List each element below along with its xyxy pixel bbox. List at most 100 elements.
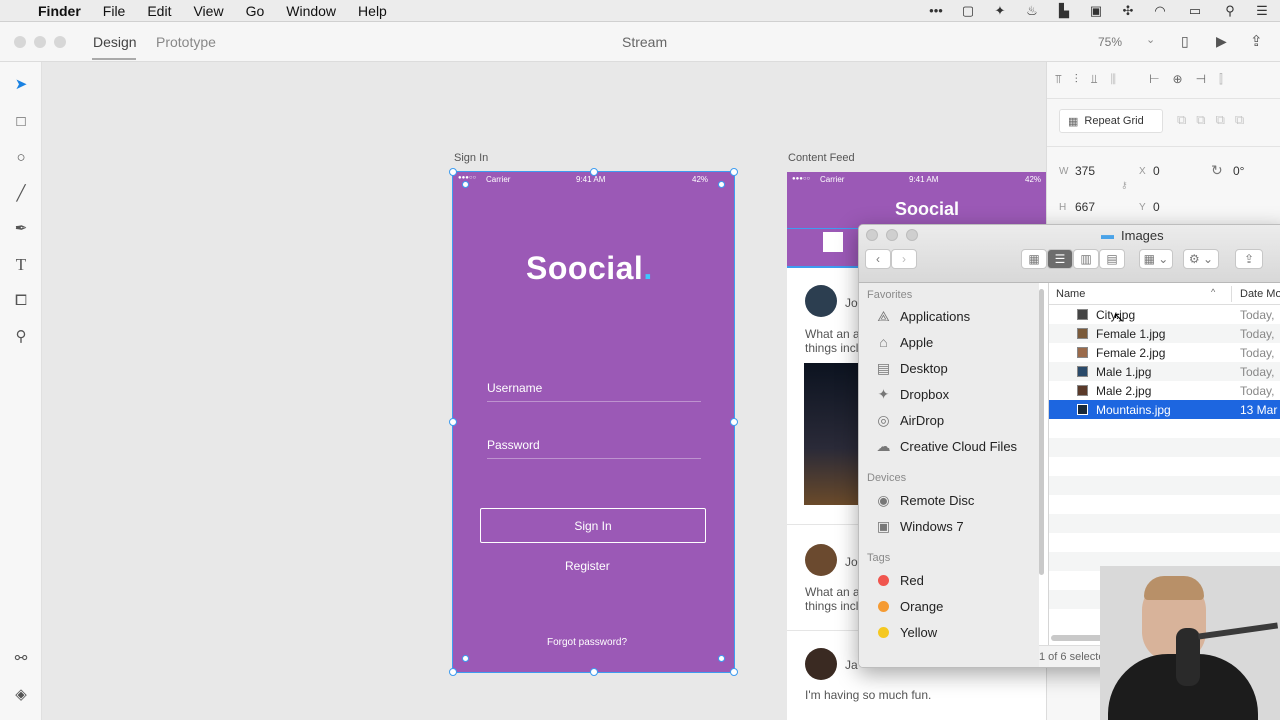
tab-design[interactable]: Design [93,34,137,50]
sidebar-item-desktop[interactable]: ▤ Desktop [875,358,948,378]
share-icon[interactable]: ⇪ [1250,32,1263,50]
line-icon[interactable]: ╱ [11,183,31,203]
distribute-horizontal-icon[interactable]: ⫿ [1219,72,1223,90]
menu-edit[interactable]: Edit [147,3,171,19]
file-row[interactable]: City.jpg Today, [1049,305,1280,324]
x-field[interactable]: 0 [1153,164,1160,178]
action-gear-button[interactable]: ⚙ ⌄ [1183,249,1219,269]
finder-zoom-button[interactable] [906,229,918,241]
flame-icon[interactable]: ♨ [1024,4,1040,18]
select-icon[interactable]: ➤ [11,74,31,94]
dropbox-icon[interactable]: ✦ [992,4,1008,18]
minimize-window-button[interactable] [34,36,46,48]
register-link[interactable]: Register [565,559,610,573]
forward-button[interactable]: › [891,249,917,269]
resize-handle[interactable] [590,168,598,176]
sidebar-item-airdrop[interactable]: ◎ AirDrop [875,410,944,430]
menu-go[interactable]: Go [246,3,265,19]
resize-handle[interactable] [718,655,725,662]
rectangle-icon[interactable]: □ [11,111,31,131]
resize-handle[interactable] [730,668,738,676]
height-field[interactable]: 667 [1075,200,1095,214]
sidebar-scrollbar[interactable] [1039,289,1044,575]
resize-handle[interactable] [462,655,469,662]
list-view-button[interactable]: ☰ [1047,249,1073,269]
column-date-modified[interactable]: Date Mo [1240,288,1280,300]
sidebar-tag-orange[interactable]: Orange [875,596,943,616]
more-icon[interactable]: ••• [928,4,944,18]
align-center-icon[interactable]: ⊕ [1173,72,1183,90]
play-icon[interactable]: ▶ [1216,33,1227,50]
lock-aspect-icon[interactable]: ⚷ [1121,180,1128,191]
resize-handle[interactable] [449,168,457,176]
resize-handle[interactable] [730,168,738,176]
column-name[interactable]: Name [1056,288,1085,300]
file-row[interactable]: Male 2.jpg Today, [1049,381,1280,400]
menu-view[interactable]: View [193,3,223,19]
text-icon[interactable]: T [11,255,31,275]
back-button[interactable]: ‹ [865,249,891,269]
align-top-icon[interactable]: ⫪ [1055,72,1062,90]
file-row[interactable]: Female 2.jpg Today, [1049,343,1280,362]
forgot-password-link[interactable]: Forgot password? [547,637,627,648]
exclude-icon[interactable]: ⧉ [1235,112,1244,128]
sort-ascending-icon[interactable]: ^ [1211,287,1215,297]
spotlight-search-icon[interactable]: ⚲ [1222,4,1238,18]
notification-center-icon[interactable]: ☰ [1254,4,1270,18]
menu-file[interactable]: File [103,3,126,19]
column-view-button[interactable]: ▥ [1073,249,1099,269]
file-row[interactable]: Female 1.jpg Today, [1049,324,1280,343]
maximize-window-button[interactable] [54,36,66,48]
distribute-vertical-icon[interactable]: ⫼ [1111,72,1117,90]
menu-help[interactable]: Help [358,3,387,19]
menu-window[interactable]: Window [286,3,336,19]
resize-handle[interactable] [590,668,598,676]
resize-handle[interactable] [718,181,725,188]
align-right-icon[interactable]: ⊣ [1196,72,1206,90]
sidebar-item-windows[interactable]: ▣ Windows 7 [875,516,964,536]
sidebar-item-apple[interactable]: ⌂ Apple [875,332,933,352]
resize-handle[interactable] [449,668,457,676]
subtract-icon[interactable]: ⧉ [1196,112,1205,128]
artboard-label-signin[interactable]: Sign In [454,152,488,164]
add-icon[interactable]: ⧉ [1177,112,1186,128]
sidebar-item-applications[interactable]: ⟁ Applications [875,306,970,326]
sign-in-button[interactable]: Sign In [480,508,706,543]
sidebar-item-remote-disc[interactable]: ◉ Remote Disc [875,490,974,510]
network-icon[interactable]: ✣ [1120,4,1136,18]
arrange-button[interactable]: ▦ ⌄ [1139,249,1173,269]
resize-handle[interactable] [462,181,469,188]
y-field[interactable]: 0 [1153,200,1160,214]
sidebar-tag-red[interactable]: Red [875,570,924,590]
tab-prototype[interactable]: Prototype [156,34,216,50]
align-middle-icon[interactable]: ⫶ [1075,72,1078,90]
intersect-icon[interactable]: ⧉ [1216,112,1225,128]
sidebar-item-creative-cloud[interactable]: ☁ Creative Cloud Files [875,436,1018,456]
menu-finder[interactable]: Finder [38,3,81,19]
width-field[interactable]: 375 [1075,164,1095,178]
zoom-level[interactable]: 75% [1098,35,1122,49]
notes-icon[interactable]: ▢ [960,4,976,18]
ellipse-icon[interactable]: ○ [11,147,31,167]
rotate-icon[interactable]: ↻ [1211,162,1223,179]
wifi-icon[interactable]: ◠ [1152,4,1168,18]
sidebar-item-dropbox[interactable]: ✦ Dropbox [875,384,950,404]
align-left-icon[interactable]: ⊢ [1149,72,1159,90]
repeat-grid-button[interactable]: ▦ Repeat Grid [1059,109,1163,133]
icon-view-button[interactable]: ▦ [1021,249,1047,269]
artboard-signin[interactable]: ●●●○○ Carrier 9:41 AM 42% Soocial. Usern… [452,171,735,673]
share-button[interactable]: ⇪ [1235,249,1263,269]
close-window-button[interactable] [14,36,26,48]
resize-handle[interactable] [730,418,738,426]
assets-icon[interactable]: ⚯ [11,648,31,668]
gallery-view-button[interactable]: ▤ [1099,249,1125,269]
app-icon[interactable]: ▙ [1056,4,1072,18]
file-row[interactable]: Male 1.jpg Today, [1049,362,1280,381]
align-bottom-icon[interactable]: ⫫ [1091,72,1098,90]
chevron-down-icon[interactable]: ⌄ [1146,33,1155,46]
battery-icon[interactable]: ▭ [1184,4,1206,18]
resize-handle[interactable] [449,418,457,426]
calendar-icon[interactable]: ▣ [1088,4,1104,18]
pen-icon[interactable]: ✒ [11,218,31,238]
rotation-field[interactable]: 0° [1233,164,1244,178]
